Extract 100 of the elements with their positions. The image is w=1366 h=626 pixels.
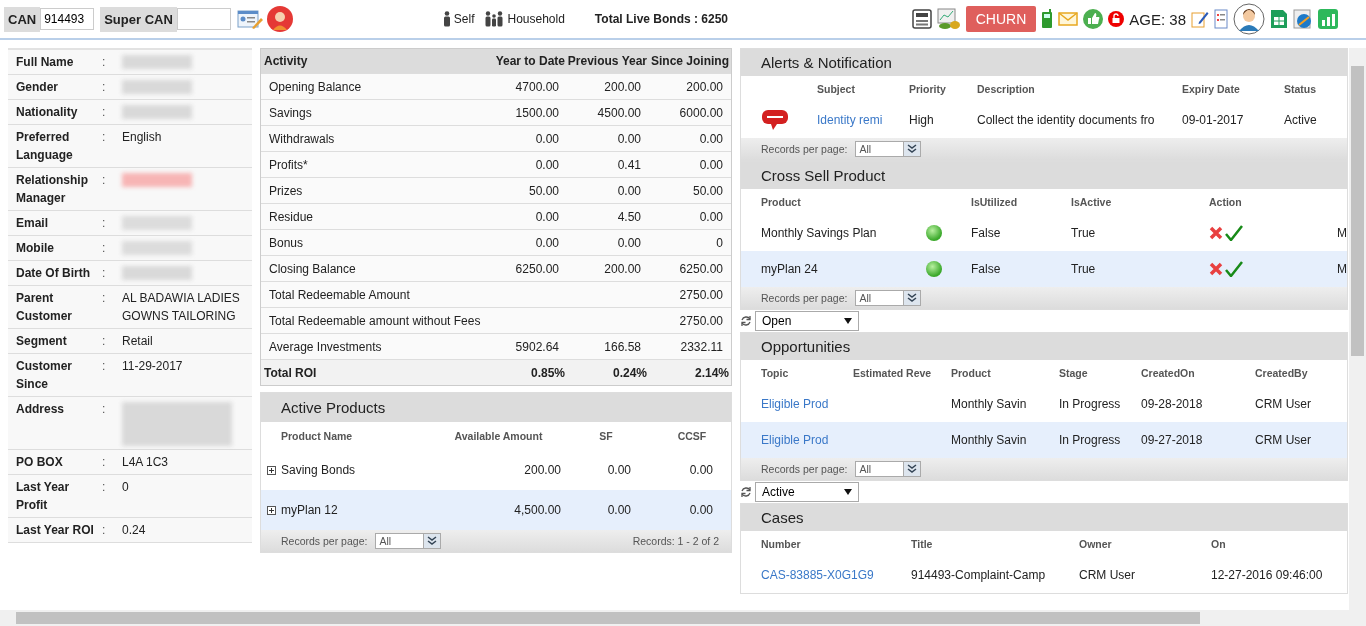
self-link[interactable]: Self [442, 11, 475, 27]
field-value: Retail [122, 333, 154, 350]
edit-icon[interactable] [1191, 10, 1209, 28]
field-label: Nationality [16, 104, 79, 121]
table-cell-text: 50.00 [527, 183, 560, 198]
status-dropdown[interactable]: Active [755, 482, 859, 502]
page-size-select[interactable]: All [375, 533, 442, 549]
expand-icon[interactable] [267, 465, 276, 475]
column-header: Number [761, 538, 802, 550]
user-avatar-icon[interactable] [1233, 3, 1265, 35]
bar-chart-icon[interactable] [1318, 9, 1338, 29]
total-cell-text: Total ROI [263, 365, 318, 380]
check-icon[interactable] [1225, 225, 1243, 241]
topic-link[interactable]: Eligible Prod [761, 397, 853, 411]
spreadsheet-icon[interactable] [1270, 9, 1288, 29]
super-can-label: Super CAN [100, 6, 177, 32]
status-dropdown[interactable]: Open [755, 311, 859, 331]
table-cell-text: 09-01-2017 [1182, 113, 1245, 127]
table-cell-text: Total Redeemable Amount [268, 287, 411, 302]
ball-icon [926, 225, 942, 241]
vertical-scrollbar[interactable] [1349, 48, 1366, 610]
colon: : [102, 215, 107, 232]
product-row[interactable]: Saving Bonds 200.00 0.00 0.00 [261, 450, 731, 490]
column-header: Previous Year [567, 54, 648, 68]
close-icon[interactable] [1209, 262, 1223, 276]
chevron-icon [903, 142, 921, 156]
column-header: Owner [1079, 538, 1113, 550]
column-header: Product [761, 196, 802, 208]
table-cell-text: 1500.00 [514, 105, 560, 120]
case-number-link[interactable]: CAS-83885-X0G1G9 [761, 568, 911, 582]
table-cell-text: True [1071, 262, 1097, 276]
household-link[interactable]: Household [484, 11, 565, 27]
expand-icon[interactable] [267, 505, 276, 515]
page-size-select[interactable]: All [855, 461, 922, 477]
subject-link[interactable]: Identity remi [817, 113, 909, 127]
colon: : [102, 172, 107, 189]
column-header: Since Joining [650, 54, 730, 68]
pager-label: Records per page: [281, 535, 368, 547]
check-icon[interactable] [1225, 261, 1243, 277]
calculator-icon[interactable] [911, 9, 932, 29]
field-value: English [122, 129, 163, 146]
lock-icon[interactable] [1108, 11, 1125, 27]
column-header: IsActive [1071, 196, 1113, 208]
table-cell-text: 09-28-2018 [1141, 397, 1204, 411]
page-size-select[interactable]: All [855, 290, 922, 306]
table-cell-text: 5902.64 [514, 339, 560, 354]
column-header: CreatedBy [1255, 367, 1309, 379]
can-input[interactable]: 914493 [40, 8, 95, 30]
colon: : [102, 79, 107, 96]
refresh-icon[interactable] [740, 486, 752, 498]
table-cell-text: 4.50 [616, 209, 642, 224]
mobile-phone-icon[interactable] [1041, 9, 1054, 29]
column-header: Action [1209, 196, 1243, 208]
table-cell-text: Monthly Savin [951, 397, 1028, 411]
mail-icon[interactable] [1058, 12, 1079, 26]
colon: : [102, 129, 107, 146]
table-cell-text: 914493-Complaint-Camp [911, 568, 1047, 582]
topic-link[interactable]: Eligible Prod [761, 433, 853, 447]
ball-icon [926, 261, 942, 277]
page-size-select[interactable]: All [855, 141, 922, 157]
colon: : [102, 54, 107, 71]
field-label: Last Year Profit [16, 479, 71, 514]
column-header: Stage [1059, 367, 1089, 379]
table-cell-text: 166.58 [603, 339, 642, 354]
refresh-icon[interactable] [740, 315, 752, 327]
opportunity-row[interactable]: Eligible Prod Monthly Savin In Progress 09-28-2018 CRM User [741, 386, 1347, 422]
field-label: Parent Customer [16, 290, 73, 325]
table-cell-text: CRM User [1255, 433, 1312, 447]
table-cell-text: 200.00 [523, 463, 561, 477]
table-cell-text: 50.00 [691, 183, 724, 198]
table-cell-text: 2750.00 [678, 287, 724, 302]
field-value: L4A 1C3 [122, 454, 170, 471]
close-icon[interactable] [1209, 226, 1223, 240]
colon: : [102, 240, 107, 257]
horizontal-scrollbar[interactable] [0, 610, 1366, 626]
table-cell-text: Average Investments [268, 339, 383, 354]
document-list-icon[interactable] [1214, 9, 1228, 29]
table-cell-text: True [1071, 226, 1097, 240]
table-cell-text: 0.00 [534, 235, 560, 250]
column-header: Estimated Reve [853, 367, 933, 379]
thumbs-up-icon[interactable] [1083, 9, 1104, 29]
pager-label: Records per page: [761, 463, 848, 475]
pager-label: Records per page: [761, 143, 848, 155]
colon: : [102, 104, 107, 121]
id-card-icon[interactable] [236, 8, 263, 30]
globe-icon[interactable] [1293, 9, 1313, 29]
churn-button[interactable]: CHURN [965, 6, 1037, 32]
table-cell-text: 0.00 [688, 463, 714, 477]
product-row[interactable]: myPlan 24 False True M [741, 251, 1347, 287]
table-cell: M [1337, 262, 1347, 276]
colon: : [102, 454, 107, 471]
total-cell-text: 2.14% [693, 365, 730, 380]
product-row[interactable]: myPlan 12 4,500.00 0.00 0.00 [261, 490, 731, 530]
table-cell-text: 6250.00 [514, 261, 560, 276]
colon: : [102, 358, 107, 375]
opportunity-row[interactable]: Eligible Prod Monthly Savin In Progress 09-27-2018 CRM User [741, 422, 1347, 458]
avatar-icon[interactable] [266, 6, 293, 32]
column-header: SF [598, 430, 614, 442]
product-row[interactable]: Monthly Savings Plan False True M [741, 215, 1347, 251]
super-can-input[interactable] [176, 8, 231, 30]
